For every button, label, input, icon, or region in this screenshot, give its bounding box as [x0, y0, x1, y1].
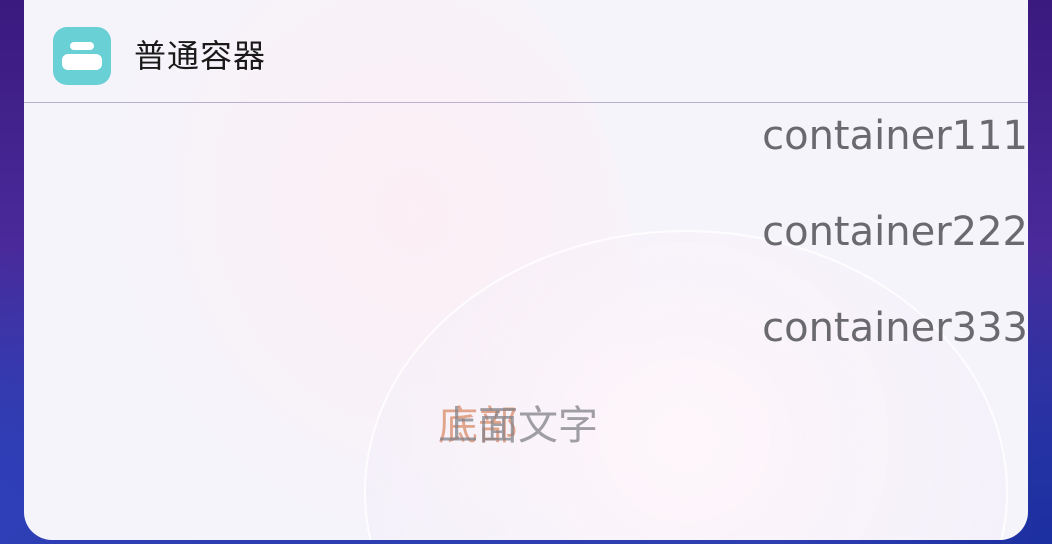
container-app-icon[interactable] — [53, 27, 111, 85]
card-title: 普通容器 — [134, 37, 267, 75]
app-icon-bar-bottom — [62, 54, 102, 70]
container-row-1: container111 — [762, 113, 1028, 159]
widget-card[interactable]: 普通容器 container111 container222 container… — [24, 0, 1028, 540]
container-row-2: container222 — [762, 209, 1028, 255]
container-row-3: container333 — [762, 305, 1028, 351]
stacked-text-group: 底部 上面文字 — [438, 396, 658, 456]
app-icon-bar-top — [70, 42, 94, 50]
card-header: 普通容器 — [24, 0, 1028, 103]
stack-top-text: 上面文字 — [438, 403, 598, 449]
